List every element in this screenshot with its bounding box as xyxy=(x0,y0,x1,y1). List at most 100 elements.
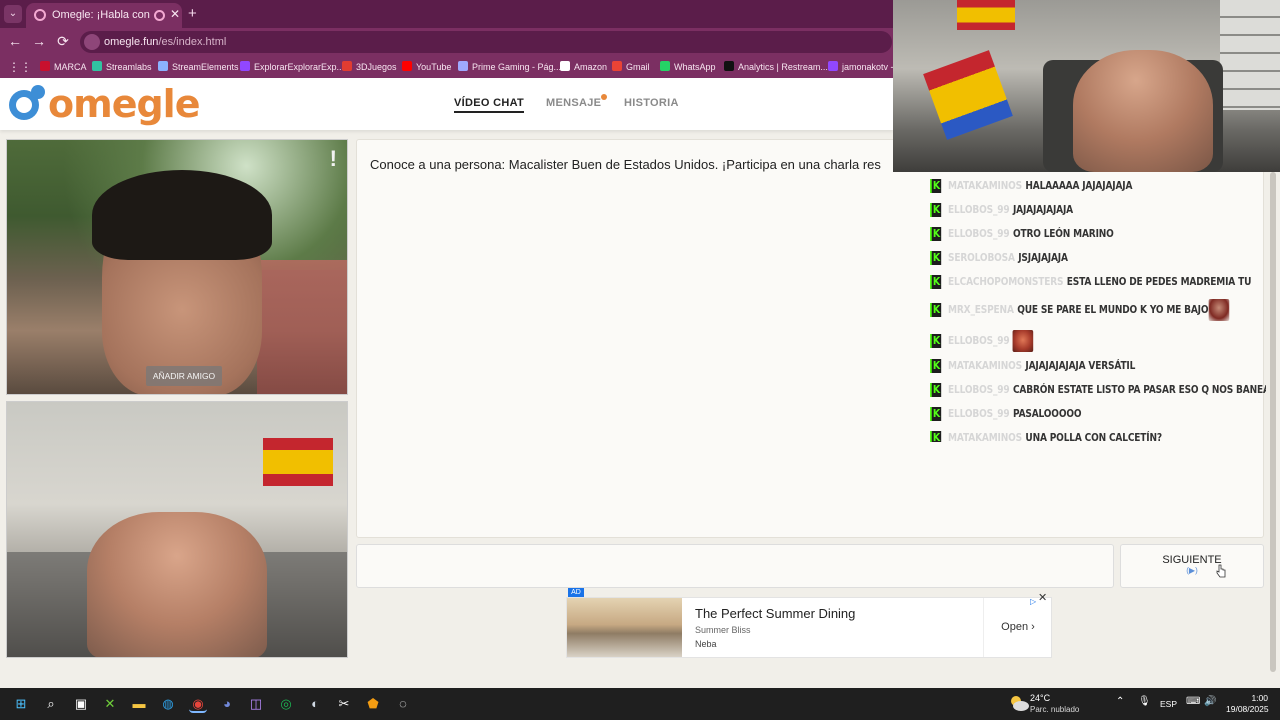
bookmark-item[interactable]: Streamlabs xyxy=(92,61,152,72)
stream-chat-line: K MRX_ESPENA QUE SE PARE EL MUNDO K YO ME … xyxy=(930,299,1229,321)
next-button[interactable]: SIGUIENTE (▶) xyxy=(1120,544,1264,588)
bookmark-favicon-icon xyxy=(240,61,250,71)
streamer-webcam xyxy=(893,0,1280,172)
language-indicator[interactable]: ESP xyxy=(1160,699,1177,709)
system-clock[interactable]: 1:00 19/08/2025 xyxy=(1226,693,1269,715)
ad-title[interactable]: The Perfect Summer Dining xyxy=(695,606,855,621)
bookmark-item[interactable]: Amazon xyxy=(560,61,607,72)
streamer-person xyxy=(1073,50,1213,172)
tab-search-button[interactable]: ⌄ xyxy=(4,5,22,23)
page-scrollbar[interactable] xyxy=(1268,172,1278,688)
bookmark-favicon-icon xyxy=(458,61,468,71)
chat-message-text: OTRO LEÓN MARINO xyxy=(1012,228,1114,240)
bookmark-label: YouTube xyxy=(416,62,452,72)
obs-icon[interactable]: ◌ xyxy=(394,695,412,713)
bookmark-favicon-icon xyxy=(724,61,734,71)
chevron-up-icon[interactable]: ⌃ xyxy=(1116,696,1124,707)
bookmark-item[interactable]: Prime Gaming - Pág... xyxy=(458,61,561,72)
bookmark-item[interactable]: StreamElements xyxy=(158,61,239,72)
kick-badge-icon: K xyxy=(930,179,942,193)
scrollbar-thumb[interactable] xyxy=(1270,172,1276,672)
reload-button[interactable]: ⟳ xyxy=(54,33,72,50)
chrome-icon[interactable]: ◉ xyxy=(189,695,207,713)
new-tab-button[interactable]: + xyxy=(188,5,197,22)
nav-historia[interactable]: HISTORIA xyxy=(624,97,679,109)
shield-app-icon[interactable]: ⬟ xyxy=(364,695,382,713)
add-friend-button[interactable]: AÑADIR AMIGO xyxy=(146,366,222,386)
kick-badge-icon: K xyxy=(930,359,942,373)
weather-cloud-icon[interactable] xyxy=(1008,692,1030,714)
report-button[interactable]: ! xyxy=(330,146,337,172)
search-icon[interactable]: ⌕ xyxy=(42,695,60,713)
chat-message-text: PASALOOOOO xyxy=(1012,408,1082,420)
site-info-icon[interactable] xyxy=(84,34,100,50)
ad-close-button[interactable]: ✕ xyxy=(1038,591,1047,604)
bookmark-item[interactable]: MARCA xyxy=(40,61,87,72)
omegle-logo-icon[interactable] xyxy=(7,83,47,123)
apps-grid-icon[interactable]: ⋮⋮ xyxy=(8,60,32,74)
weather-temperature[interactable]: 24°C xyxy=(1030,693,1050,703)
bookmark-item[interactable]: jamonakotv - T xyxy=(828,61,901,72)
bookmark-favicon-icon xyxy=(828,61,838,71)
clock-date: 19/08/2025 xyxy=(1226,704,1269,714)
bookmark-favicon-icon xyxy=(40,61,50,71)
capcut-icon[interactable]: ✂ xyxy=(335,695,353,713)
twitch-icon[interactable]: ◫ xyxy=(247,695,265,713)
spotify-icon[interactable]: ◎ xyxy=(277,695,295,713)
nav-video-chat[interactable]: VÍDEO CHAT xyxy=(454,97,525,113)
bookmark-favicon-icon xyxy=(342,61,352,71)
ad-choices-icon[interactable]: ▷ xyxy=(1030,597,1036,606)
edge-icon[interactable]: ◍ xyxy=(159,695,177,713)
nav-mensaje[interactable]: MENSAJE xyxy=(546,94,608,109)
active-tab[interactable]: Omegle: ¡Habla con Desco ✕ xyxy=(26,3,182,28)
steam-icon[interactable]: ◐ xyxy=(306,695,324,713)
chat-intro-message: Conoce a una persona: Macalister Buen de… xyxy=(370,157,881,172)
kick-badge-icon: K xyxy=(930,383,942,397)
weather-condition[interactable]: Parc. nublado xyxy=(1030,705,1079,714)
ad-banner[interactable]: The Perfect Summer Dining Summer Bliss N… xyxy=(566,597,1052,658)
xbox-icon[interactable]: ✕ xyxy=(101,695,119,713)
spain-flag xyxy=(263,438,333,486)
stream-chat-line: K ELCACHOPOMONSTERS ESTA LLENO DE PEDES MA… xyxy=(930,275,1251,291)
chat-username: ELCACHOPOMONSTERS xyxy=(948,276,1064,288)
kick-badge-icon: K xyxy=(930,334,942,348)
url-input[interactable]: omegle.fun/es/index.html xyxy=(80,31,892,53)
volume-icon[interactable]: 🔊 xyxy=(1204,696,1216,707)
notification-dot-icon xyxy=(601,94,608,100)
discord-icon[interactable]: ◕ xyxy=(218,695,236,713)
bookmark-item[interactable]: 3DJuegos xyxy=(342,61,397,72)
omegle-logo-text[interactable]: omegle xyxy=(48,82,200,126)
close-tab-button[interactable]: ✕ xyxy=(170,7,180,21)
windows-start-icon[interactable]: ⊞ xyxy=(12,695,30,713)
back-button[interactable]: ← xyxy=(6,33,24,49)
shelf-background xyxy=(1220,0,1280,110)
stream-chat-line: K ELLOBOS_99 OTRO LEÓN MARINO xyxy=(930,227,1114,243)
bookmark-item[interactable]: Gmail xyxy=(612,61,650,72)
bookmark-item[interactable]: ExplorarExplorarExp... xyxy=(240,61,344,72)
bookmark-favicon-icon xyxy=(660,61,670,71)
url-path: /es/index.html xyxy=(158,36,227,48)
stream-chat-line: K ELLOBOS_99 PASALOOOOO xyxy=(930,407,1082,423)
stream-chat-overlay: K MATAKAMINOS HALAAAAA JAJAJAJAJA K ELLOBOS_… xyxy=(930,178,1266,442)
bookmark-label: Streamlabs xyxy=(106,62,152,72)
chevron-right-icon: › xyxy=(1031,621,1035,633)
tab-title: Omegle: ¡Habla con Desco xyxy=(52,9,152,21)
stream-chat-line: K ELLOBOS_99 CABRÓN ESTATE LISTO PA PASAR … xyxy=(930,383,1266,399)
message-input[interactable] xyxy=(356,544,1114,588)
stream-chat-line: K SEROLOBOSA JSJAJAJAJA xyxy=(930,251,1068,267)
file-explorer-icon[interactable]: ▬ xyxy=(130,695,148,713)
ad-image[interactable] xyxy=(567,598,682,657)
chat-username: ELLOBOS_99 xyxy=(948,384,1010,396)
microphone-icon[interactable]: 🎙 xyxy=(1138,696,1151,707)
bookmark-item[interactable]: YouTube xyxy=(402,61,451,72)
bookmark-item[interactable]: WhatsApp xyxy=(660,61,716,72)
url-text: omegle.fun/es/index.html xyxy=(104,36,226,48)
forward-button[interactable]: → xyxy=(30,33,48,49)
bookmark-label: ExplorarExplorarExp... xyxy=(254,62,345,72)
chat-username: MATAKAMINOS xyxy=(948,360,1022,372)
ad-open-button[interactable]: Open › xyxy=(983,598,1052,657)
task-view-icon[interactable]: ▣ xyxy=(72,695,90,713)
bookmark-item[interactable]: Analytics | Restream... xyxy=(724,61,828,72)
chat-message-text: HALAAAAA JAJAJAJAJA xyxy=(1025,180,1133,192)
network-icon[interactable]: ⌨ xyxy=(1186,696,1200,707)
